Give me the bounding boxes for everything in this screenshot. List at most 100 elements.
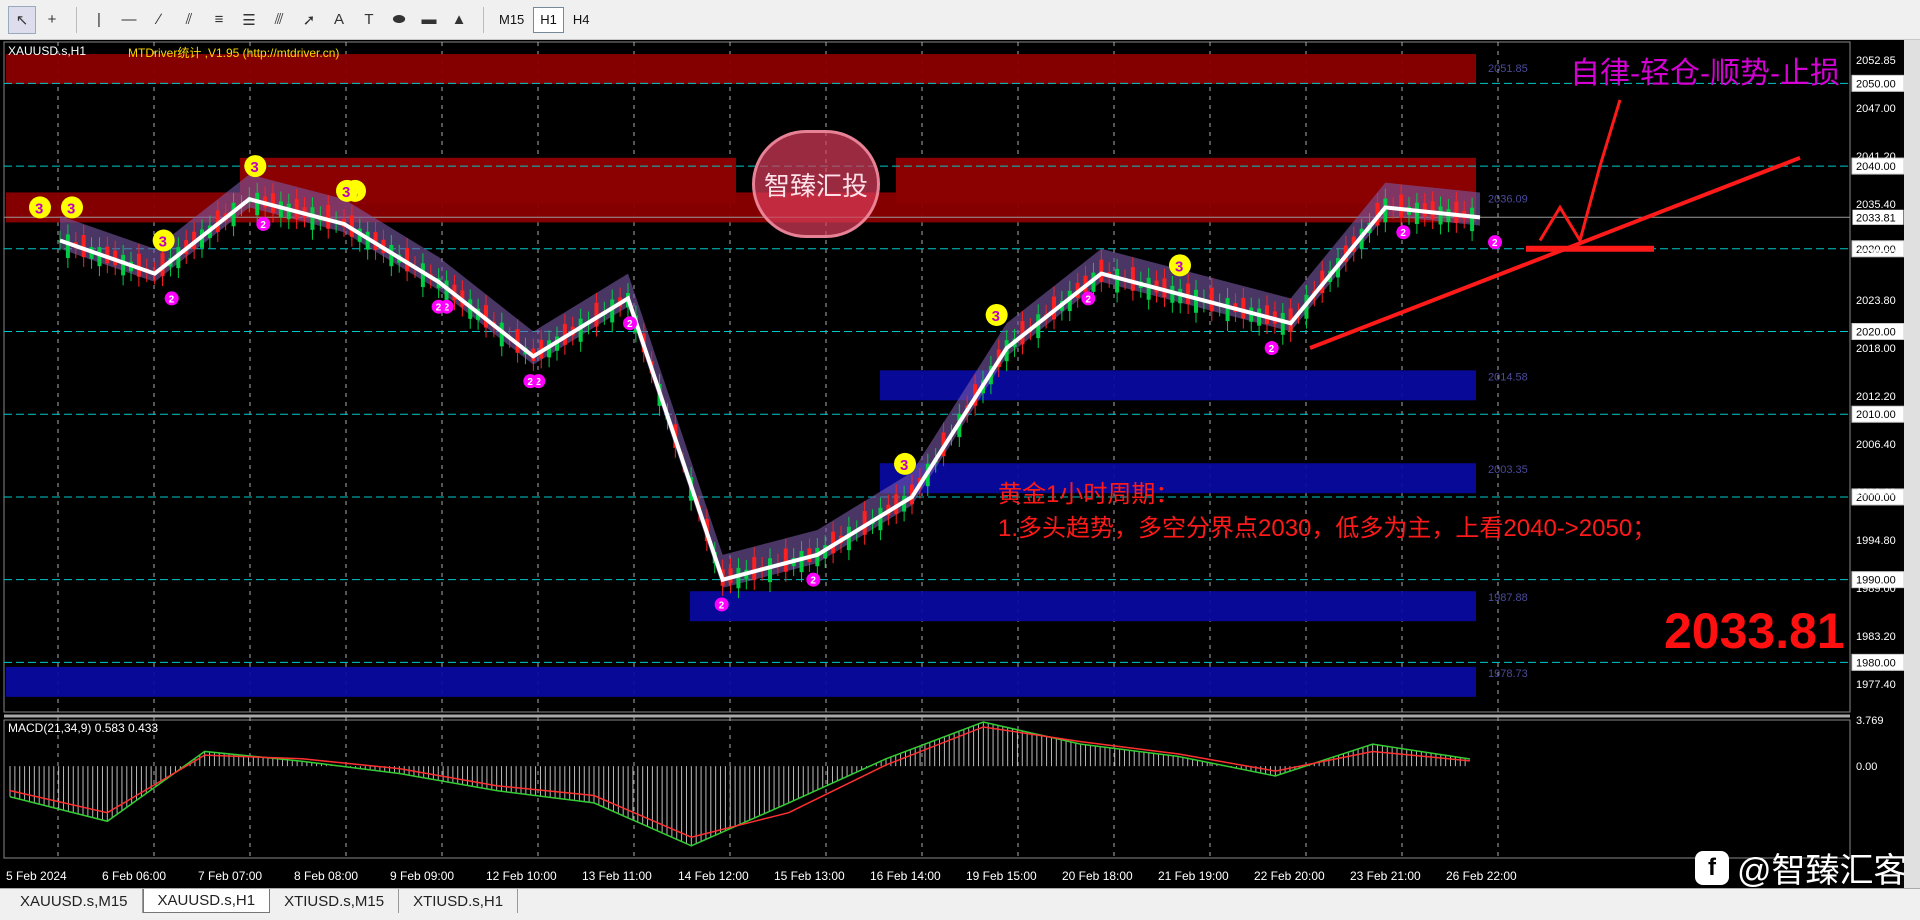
time-axis-tick: 22 Feb 20:00	[1254, 869, 1325, 883]
candle-body	[255, 192, 260, 216]
current-price-display: 2033.81	[1664, 603, 1845, 659]
vertical-line-icon[interactable]: |	[85, 6, 113, 34]
candle-body	[1099, 259, 1104, 282]
wave-label: 3	[35, 200, 43, 217]
price-axis-tick: 1983.20	[1856, 631, 1896, 643]
zone-price-label: 2014.58	[1488, 371, 1528, 383]
wave-label: 3	[67, 200, 75, 217]
timeframe-h1-button[interactable]: H1	[533, 6, 564, 33]
time-axis-tick: 8 Feb 08:00	[294, 869, 358, 883]
time-axis-tick: 21 Feb 19:00	[1158, 869, 1229, 883]
macd-panel-frame	[3, 719, 1851, 859]
current-price-tag-label: 2033.81	[1856, 212, 1896, 224]
time-axis-tick: 23 Feb 21:00	[1350, 869, 1421, 883]
triangle-icon[interactable]: ▲	[445, 6, 473, 34]
zone-price-label: 2036.09	[1488, 193, 1528, 205]
wave-label: 3	[1175, 258, 1183, 275]
fibonacci-fan-icon[interactable]: ☰	[235, 6, 263, 34]
arrow-icon[interactable]: ➚	[295, 6, 323, 34]
candle-body	[1115, 268, 1120, 293]
timeframe-m15-button[interactable]: M15	[492, 7, 531, 33]
cursor-icon[interactable]: ↖	[8, 5, 36, 34]
toolbar-separator	[483, 6, 484, 33]
tab-xauusd-m15[interactable]: XAUUSD.s,M15	[6, 889, 143, 913]
wave-label: 2	[436, 303, 442, 314]
candle-body	[799, 551, 804, 573]
candle-body	[326, 204, 331, 229]
trendline-icon[interactable]: ∕	[145, 6, 173, 34]
horizontal-line-icon[interactable]: —	[115, 6, 143, 34]
text-icon[interactable]: A	[325, 6, 353, 34]
candle-body	[1130, 267, 1135, 291]
candle-body	[1146, 277, 1151, 300]
demand-zone	[6, 666, 1476, 697]
rectangle-icon[interactable]: ▬	[415, 6, 443, 34]
price-axis-tick: 1994.80	[1856, 535, 1896, 547]
level-price-label: 2010.00	[1856, 409, 1896, 421]
equidistant-channel-icon[interactable]: ⫽	[175, 6, 203, 34]
time-axis-tick: 5 Feb 2024	[6, 869, 67, 883]
wave-label: 2	[1400, 228, 1406, 239]
candle-body	[136, 253, 141, 277]
wave-label: 3	[250, 159, 258, 176]
wave-label: 2	[810, 576, 816, 587]
price-axis-tick: 2012.20	[1856, 391, 1896, 403]
candle-body	[783, 548, 788, 572]
candle-body	[65, 234, 70, 259]
candle-body	[1438, 206, 1443, 225]
ellipse-icon[interactable]: ⬬	[385, 6, 413, 34]
gann-fan-icon[interactable]: ⫻	[265, 6, 293, 34]
chart-toolbar: ↖ + | — ∕ ⫽ ≡ ☰ ⫻ ➚ A T ⬬ ▬ ▲ M15 H1 H4	[0, 0, 1920, 40]
wave-label: 3	[159, 234, 167, 251]
zone-price-label: 2003.35	[1488, 464, 1528, 476]
time-axis-tick: 15 Feb 13:00	[774, 869, 845, 883]
candle-body	[294, 199, 299, 220]
wave-label: 2	[1269, 344, 1275, 355]
analysis-text: 1.多头趋势，多空分界点2030，低多为主，上看2040->2050；	[998, 515, 1657, 542]
candle-body	[752, 557, 757, 580]
macd-title: MACD(21,34,9) 0.583 0.433	[8, 721, 159, 735]
text-label-icon[interactable]: T	[355, 6, 383, 34]
candle-body	[1414, 202, 1419, 225]
time-axis-tick: 20 Feb 18:00	[1062, 869, 1133, 883]
stamp-logo: 智臻汇投	[752, 130, 880, 238]
wave-label: 2	[627, 319, 633, 330]
zone-price-label: 2051.85	[1488, 63, 1528, 75]
candle-body	[1186, 283, 1191, 305]
tab-xtiusd-h1[interactable]: XTIUSD.s,H1	[399, 889, 519, 913]
price-axis-tick: 2006.40	[1856, 439, 1896, 451]
price-chart[interactable]: 2051.85 2036.09 2014.58 2003.35 1987.88 1978.…	[0, 40, 1904, 888]
level-price-label: 2020.00	[1856, 327, 1896, 339]
time-axis-tick: 26 Feb 22:00	[1446, 869, 1517, 883]
wave-label: 2	[169, 294, 175, 305]
macd-axis-tick: 3.769	[1856, 715, 1884, 727]
crosshair-icon[interactable]: +	[38, 6, 66, 34]
macd-axis-tick: 0.00	[1856, 761, 1877, 773]
vertical-scrollbar[interactable]	[1904, 40, 1920, 888]
time-axis-tick: 16 Feb 14:00	[870, 869, 941, 883]
price-axis-tick: 2018.00	[1856, 343, 1896, 355]
fibonacci-retracement-icon[interactable]: ≡	[205, 6, 233, 34]
wave-label: 2	[1492, 238, 1498, 249]
timeframe-h4-button[interactable]: H4	[566, 7, 597, 33]
candle-body	[81, 235, 86, 258]
time-axis-tick: 6 Feb 06:00	[102, 869, 166, 883]
toolbar-separator	[76, 6, 77, 33]
wave-label: 3	[992, 308, 1000, 325]
price-axis-tick: 1977.40	[1856, 679, 1896, 691]
candle-body	[1209, 287, 1214, 312]
candle-body	[271, 193, 275, 213]
level-price-label: 1980.00	[1856, 657, 1896, 669]
watermark-logo-icon: f	[1695, 850, 1729, 885]
candle-body	[736, 567, 741, 589]
level-price-label: 2050.00	[1856, 78, 1896, 90]
time-axis-tick: 14 Feb 12:00	[678, 869, 749, 883]
chart-window[interactable]: 2051.85 2036.09 2014.58 2003.35 1987.88 1978.…	[0, 40, 1920, 888]
tab-xauusd-h1[interactable]: XAUUSD.s,H1	[142, 889, 271, 913]
price-axis-tick: 2000.60	[1856, 487, 1896, 499]
price-axis-tick: 2029.60	[1856, 247, 1896, 259]
slogan-text: 自律-轻仓-顺势-止损	[1570, 57, 1840, 90]
price-axis-tick: 2041.20	[1856, 151, 1896, 163]
tab-xtiusd-m15[interactable]: XTIUSD.s,M15	[270, 889, 400, 913]
price-axis-tick: 2052.85	[1856, 55, 1896, 67]
